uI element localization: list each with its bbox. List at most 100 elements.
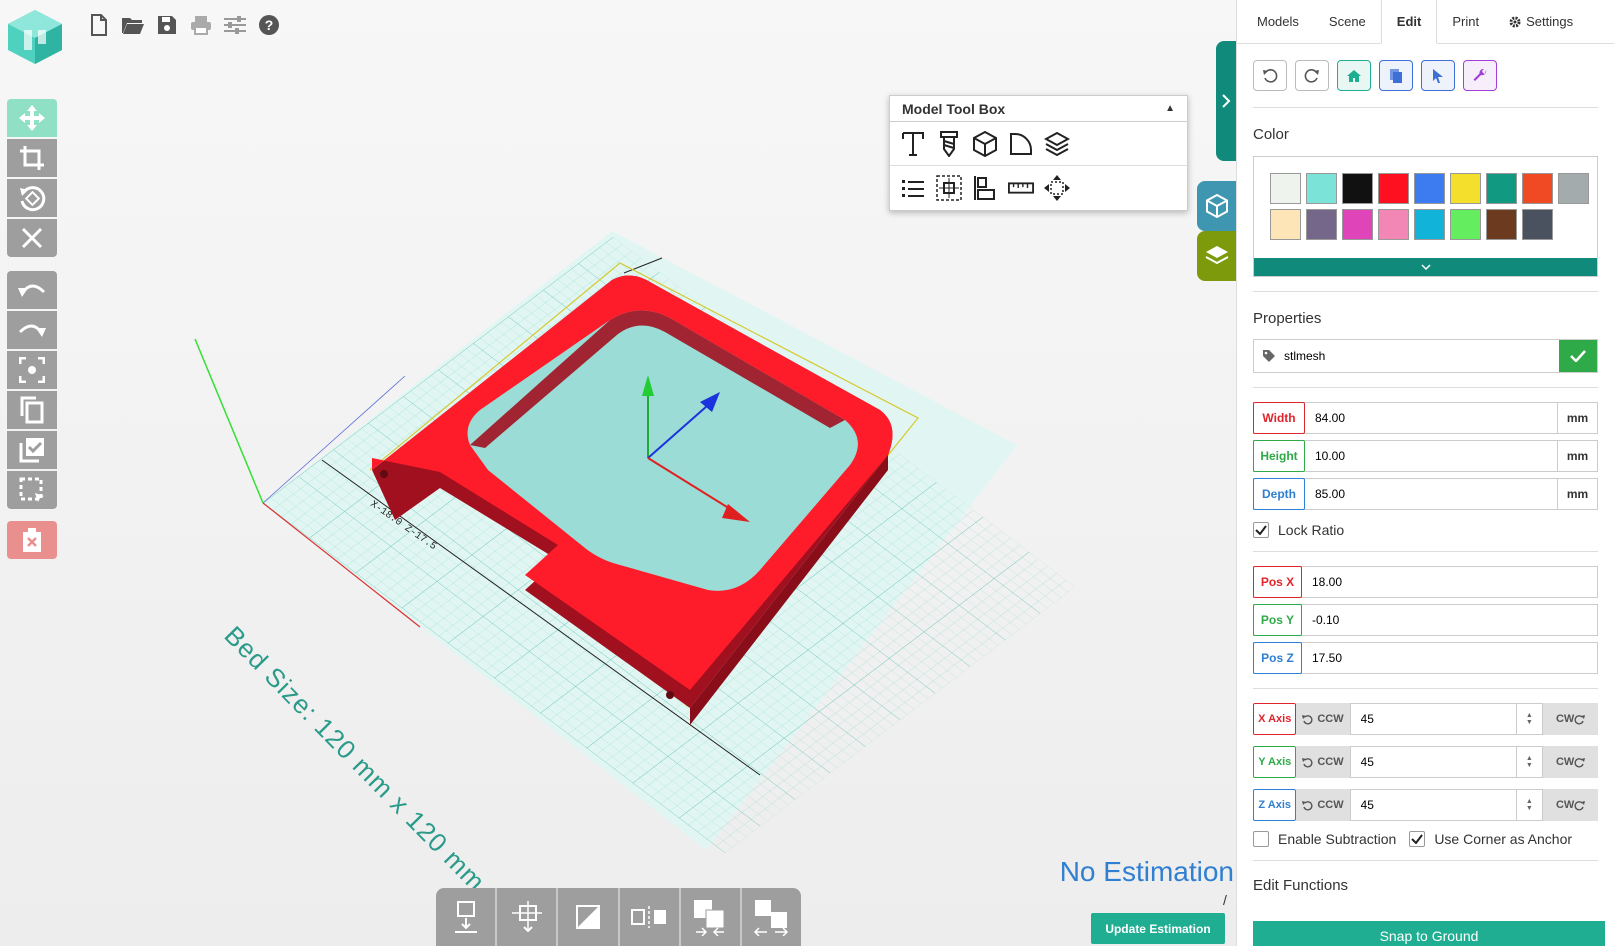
height-row: Height mm [1253,440,1598,472]
y-ccw-button[interactable]: CCW [1296,746,1350,778]
tab-scene[interactable]: Scene [1314,0,1381,43]
color-swatch[interactable] [1270,209,1301,240]
y-axis-spinner[interactable]: ▲ ▼ [1516,746,1544,778]
redo-tool-button[interactable] [7,311,57,349]
enable-subtraction-option: Enable Subtraction [1237,831,1396,847]
width-input[interactable] [1305,403,1557,433]
color-swatch[interactable] [1270,173,1301,204]
separate-button[interactable] [742,888,801,946]
list-tool-icon[interactable] [900,175,926,201]
color-swatches [1270,173,1589,240]
split-button[interactable] [620,888,681,946]
collapse-caret-icon[interactable]: ▲ [1165,103,1175,114]
copy-tool-button[interactable] [7,391,57,429]
tab-print[interactable]: Print [1437,0,1494,43]
move-tool-button[interactable] [7,99,57,137]
undo-tool-button[interactable] [7,271,57,309]
text-tool-icon[interactable] [900,131,926,157]
x-cw-button[interactable]: CW [1543,703,1598,735]
save-icon[interactable] [154,12,180,38]
redo-button[interactable] [1295,60,1329,91]
z-cw-button[interactable]: CW [1543,789,1598,821]
layers-tool-icon[interactable] [1044,131,1070,157]
align-tool-icon[interactable] [972,175,998,201]
home-button[interactable] [1337,60,1371,91]
app-logo-icon [8,10,62,64]
x-axis-spinner[interactable]: ▲ ▼ [1516,703,1544,735]
tab-models[interactable]: Models [1237,0,1314,43]
repair-button[interactable] [1463,60,1497,91]
view-cube-button[interactable] [1197,181,1236,231]
rotate-tool-button[interactable] [7,179,57,217]
edit-functions-title: Edit Functions [1253,877,1349,894]
x-axis-input[interactable] [1349,703,1517,735]
select-pointer-button[interactable] [1421,60,1455,91]
copy-button[interactable] [1379,60,1413,91]
enable-subtraction-checkbox[interactable] [1253,831,1269,847]
color-swatch[interactable] [1306,173,1337,204]
print-icon[interactable] [188,12,214,38]
crop-tool-button[interactable] [7,139,57,177]
pos-x-input[interactable] [1302,567,1597,597]
model-name-input[interactable] [1284,341,1559,371]
color-swatch[interactable] [1450,173,1481,204]
expand-colors-button[interactable] [1254,258,1597,276]
color-swatch[interactable] [1414,209,1445,240]
use-corner-anchor-checkbox[interactable] [1409,831,1426,847]
z-axis-rotation-row: Z Axis CCW ▲▼ CW [1253,789,1598,821]
tab-settings[interactable]: Settings [1494,0,1588,43]
mirror-button[interactable] [558,888,620,946]
color-swatch[interactable] [1558,173,1589,204]
color-swatch[interactable] [1414,173,1445,204]
screw-tool-icon[interactable] [936,130,962,157]
pos-y-input[interactable] [1302,605,1597,635]
focus-tool-button[interactable] [7,351,57,389]
cube-tool-icon[interactable] [972,130,998,157]
confirm-name-button[interactable] [1559,340,1597,372]
z-axis-input[interactable] [1349,789,1517,821]
y-axis-input[interactable] [1349,746,1517,778]
tab-edit[interactable]: Edit [1380,0,1438,44]
drop-to-bed-button[interactable] [436,888,498,946]
color-swatch[interactable] [1378,209,1409,240]
delete-tool-button[interactable] [7,521,57,559]
depth-input[interactable] [1305,479,1557,509]
z-ccw-button[interactable]: CCW [1296,789,1350,821]
update-estimation-button[interactable]: Update Estimation [1091,913,1225,944]
new-file-icon[interactable] [86,12,112,38]
undo-button[interactable] [1253,60,1287,91]
layers-view-button[interactable] [1197,231,1236,281]
center-on-bed-button[interactable] [497,888,559,946]
color-swatch[interactable] [1306,209,1337,240]
panel-collapse-toggle[interactable] [1216,41,1236,161]
expand-tool-icon[interactable] [1044,175,1070,201]
color-swatch[interactable] [1342,173,1373,204]
close-tool-button[interactable] [7,219,57,257]
lock-ratio-checkbox[interactable] [1253,522,1269,538]
height-input[interactable] [1305,441,1557,471]
y-cw-button[interactable]: CW [1543,746,1598,778]
color-swatch[interactable] [1342,209,1373,240]
color-swatch[interactable] [1522,209,1553,240]
selection-box-tool-button[interactable] [7,471,57,509]
ruler-tool-icon[interactable] [1008,175,1034,201]
color-swatch[interactable] [1450,209,1481,240]
color-swatch[interactable] [1486,209,1517,240]
snap-to-ground-button[interactable]: Snap to Ground [1253,921,1605,946]
z-axis-spinner[interactable]: ▲ ▼ [1516,789,1544,821]
x-ccw-button[interactable]: CCW [1296,703,1350,735]
open-folder-icon[interactable] [120,12,146,38]
sliders-icon[interactable] [222,12,248,38]
pos-z-input[interactable] [1302,643,1597,673]
bottom-toolbar [436,888,801,946]
color-swatch[interactable] [1378,173,1409,204]
help-icon[interactable]: ? [256,12,282,38]
select-all-tool-button[interactable] [7,431,57,469]
color-swatch[interactable] [1486,173,1517,204]
rotate-cw-icon [1574,757,1586,768]
quarter-circle-tool-icon[interactable] [1008,131,1034,157]
center-tool-icon[interactable] [936,175,962,201]
merge-button[interactable] [681,888,742,946]
color-swatch[interactable] [1522,173,1553,204]
x-axis-rotation-row: X Axis CCW ▲▼ CW [1253,703,1598,735]
